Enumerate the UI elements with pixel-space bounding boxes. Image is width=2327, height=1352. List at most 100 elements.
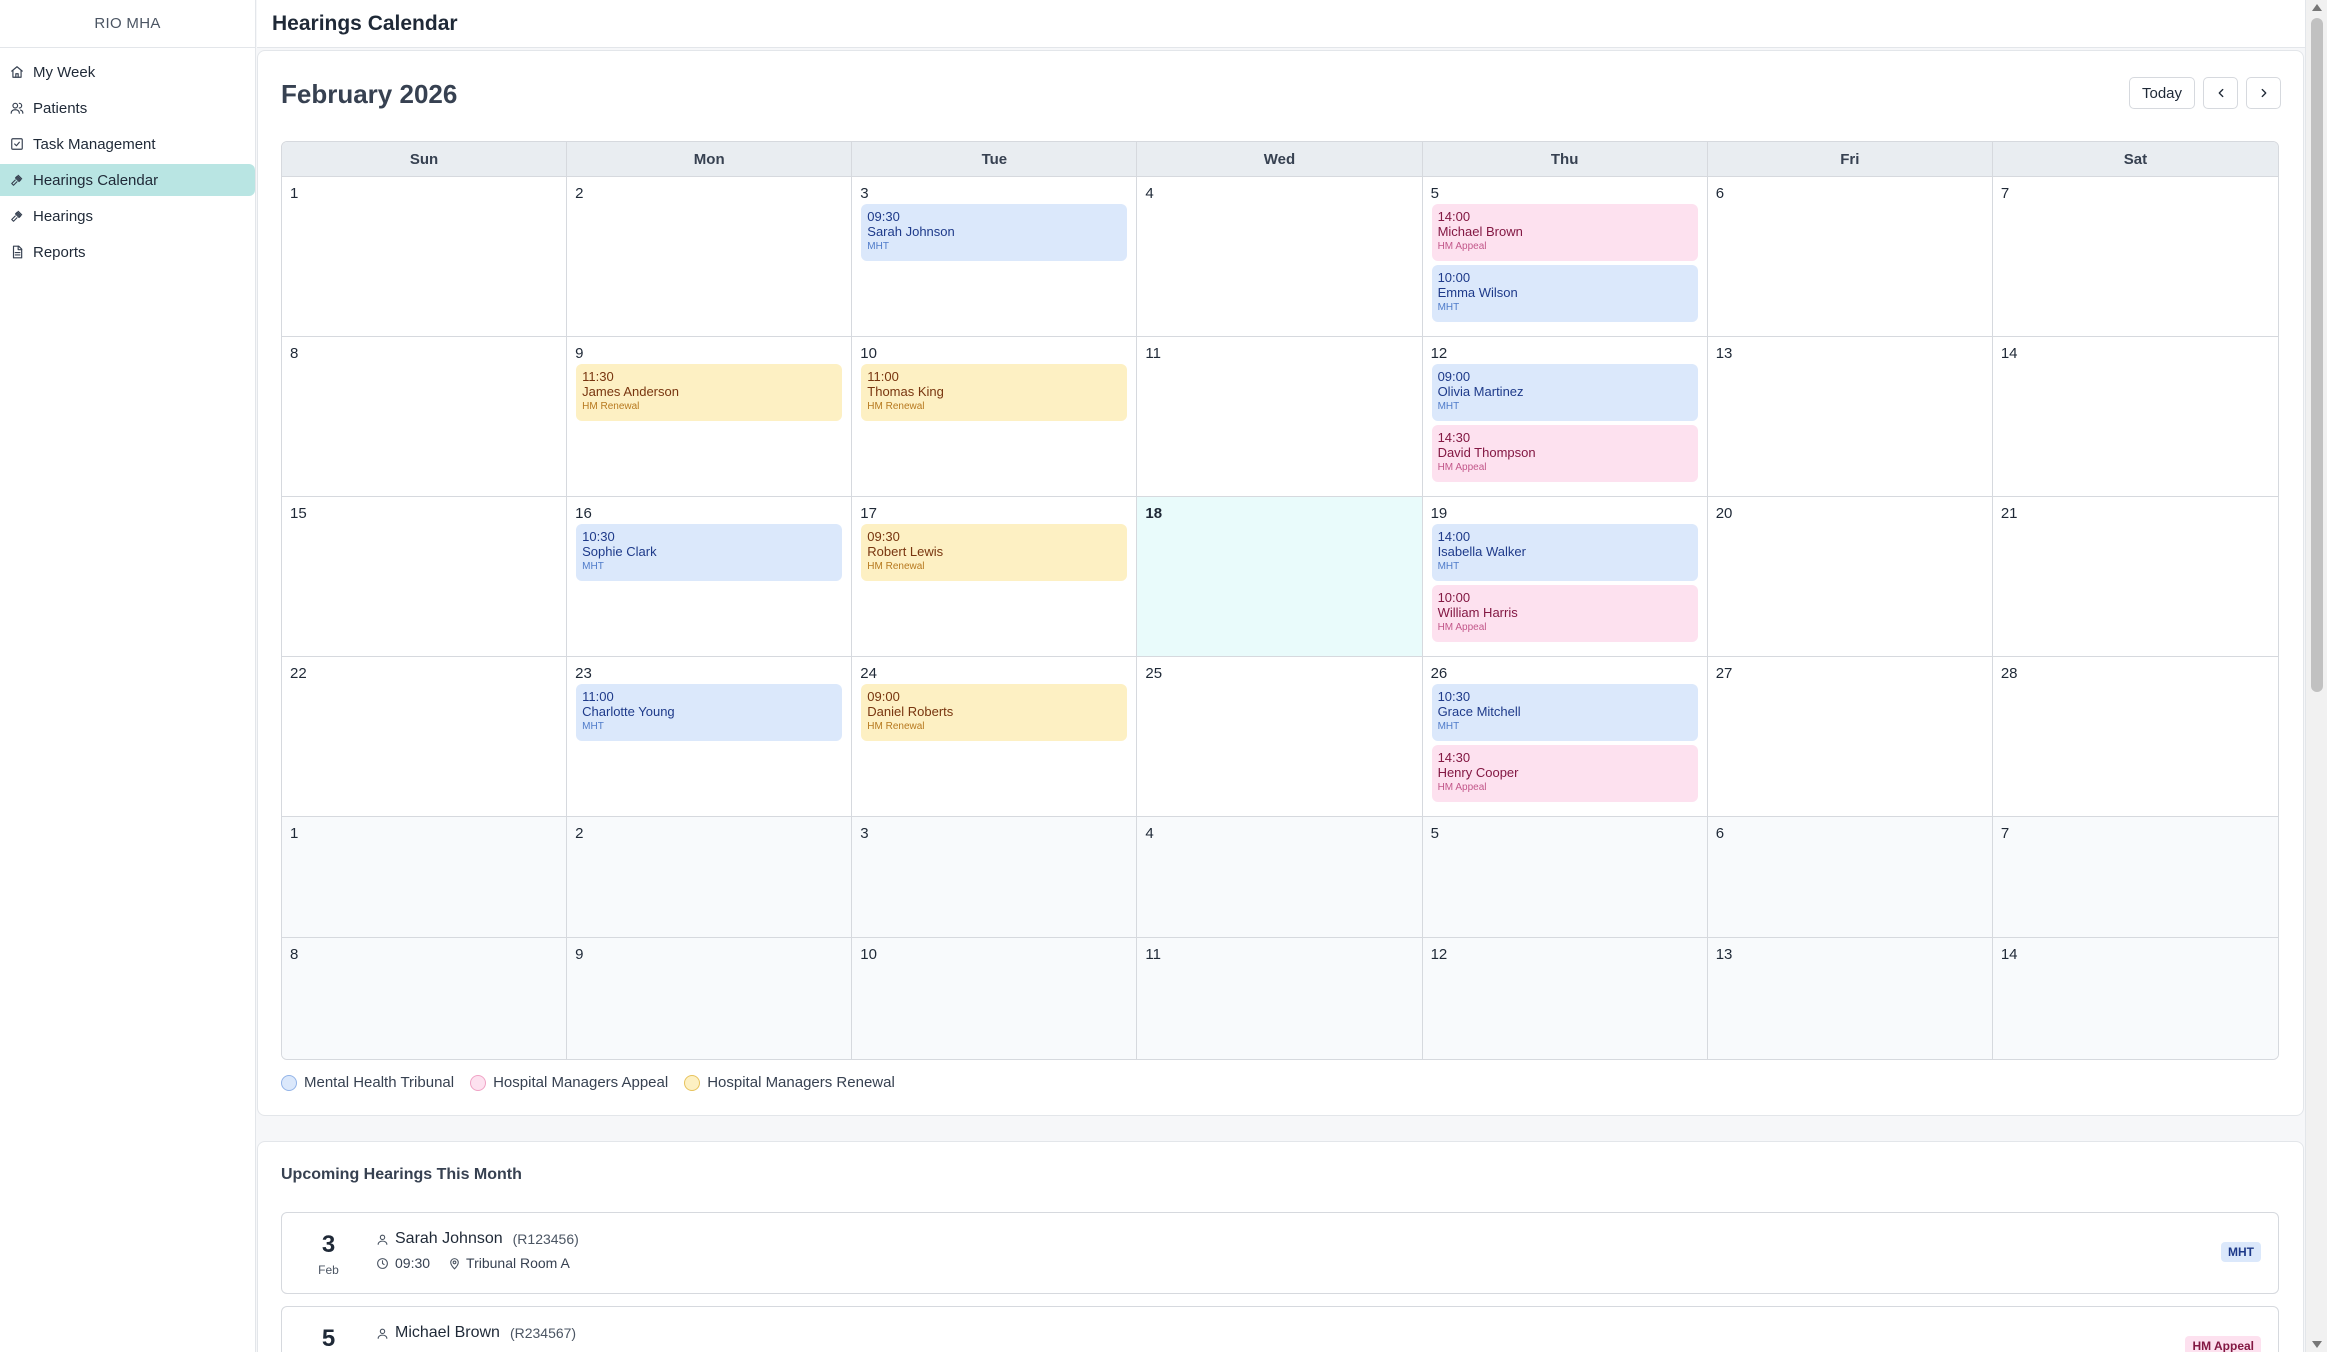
calendar-day[interactable]: 20 (1707, 497, 1993, 656)
event-time: 09:00 (1437, 369, 1471, 384)
calendar-day[interactable]: 12 (1422, 938, 1708, 1059)
event-patient-name: Robert Lewis (867, 544, 944, 559)
event-patient-name: David Thompson (1437, 445, 1536, 460)
calendar-day[interactable]: 3 09:30 Sarah Johnson MHT (852, 177, 1138, 336)
event-type: HM Renewal (867, 561, 925, 572)
calendar-day[interactable]: 12 09:00 Olivia Martinez MHT 14:30 David Thom… (1422, 337, 1708, 496)
calendar-day-today[interactable]: 18 (1137, 497, 1423, 656)
calendar-day[interactable]: 4 (1137, 177, 1423, 336)
sidebar-item-task-management[interactable]: Task Management (0, 128, 255, 160)
calendar-day[interactable]: 4 (1137, 817, 1423, 937)
calendar-day[interactable]: 5 14:00 Michael Brown HM Appeal 10:00 Emma Wi… (1422, 177, 1708, 336)
calendar-day[interactable]: 11 (1137, 337, 1423, 496)
hearing-event[interactable]: 14:30 Henry Cooper HM Appeal (1431, 745, 1698, 802)
calendar-day[interactable]: 7 (1992, 817, 2278, 937)
sidebar-item-reports[interactable]: Reports (0, 236, 255, 268)
day-number: 9 (575, 345, 584, 362)
hearing-event[interactable]: 11:00 Charlotte Young MHT (576, 684, 843, 741)
calendar-day[interactable]: 27 (1707, 657, 1993, 816)
day-number: 22 (290, 665, 307, 682)
calendar-day[interactable]: 1 (282, 177, 568, 336)
hearing-event[interactable]: 14:00 Michael Brown HM Appeal (1431, 204, 1698, 261)
sidebar-item-patients[interactable]: Patients (0, 92, 255, 124)
day-number: 13 (1715, 345, 1733, 362)
calendar-day[interactable]: 13 (1707, 938, 1993, 1059)
today-button[interactable]: Today (2129, 77, 2195, 109)
hearing-event[interactable]: 09:30 Robert Lewis HM Renewal (861, 524, 1128, 581)
day-number: 17 (860, 505, 877, 522)
calendar-day[interactable]: 25 (1137, 657, 1423, 816)
hearing-event[interactable]: 10:00 William Harris HM Appeal (1431, 585, 1698, 642)
day-number: 13 (1715, 946, 1733, 963)
page-scrollbar[interactable] (2305, 0, 2327, 1352)
calendar-day[interactable]: 5 (1422, 817, 1708, 937)
event-patient-name: Daniel Roberts (867, 704, 954, 719)
calendar-day[interactable]: 23 11:00 Charlotte Young MHT (567, 657, 853, 816)
calendar-day[interactable]: 13 (1707, 337, 1993, 496)
sidebar-item-hearings[interactable]: Hearings (0, 200, 255, 232)
day-events: 10:30 Sophie Clark MHT (576, 524, 843, 581)
scroll-down-arrow-icon[interactable] (2312, 1341, 2322, 1348)
calendar-day[interactable]: 6 (1707, 817, 1993, 937)
calendar-day[interactable]: 19 14:00 Isabella Walker MHT 10:00 William Ha… (1422, 497, 1708, 656)
hearing-event[interactable]: 11:30 James Anderson HM Renewal (576, 364, 843, 421)
calendar-day[interactable]: 2 (567, 817, 853, 937)
calendar-day[interactable]: 14 (1992, 337, 2278, 496)
hearing-event[interactable]: 10:00 Emma Wilson MHT (1431, 265, 1698, 322)
user-icon (377, 1234, 388, 1245)
calendar-day[interactable]: 2 (567, 177, 853, 336)
day-number: 16 (575, 505, 592, 522)
sidebar-item-hearings-calendar[interactable]: Hearings Calendar (0, 164, 255, 196)
event-type: HM Renewal (582, 401, 640, 412)
hearing-event[interactable]: 09:00 Olivia Martinez MHT (1431, 364, 1698, 421)
calendar-day[interactable]: 26 10:30 Grace Mitchell MHT 14:30 Henry Coope… (1422, 657, 1708, 816)
upcoming-hearing-item[interactable]: 3 Feb Sarah Johnson (R123456) 09:30 Tribunal … (281, 1212, 2279, 1294)
event-patient-name: Henry Cooper (1437, 765, 1519, 780)
calendar-day[interactable]: 17 09:30 Robert Lewis HM Renewal (852, 497, 1138, 656)
hearing-patient-id: (R123456) (512, 1231, 579, 1247)
legend-swatch (470, 1074, 487, 1091)
hearing-info: Michael Brown(R234567)14:00 (376, 1324, 576, 1352)
hearing-type-badge: HM Appeal (2185, 1336, 2261, 1352)
calendar-day[interactable]: 15 (282, 497, 568, 656)
hearing-event[interactable]: 10:30 Grace Mitchell MHT (1431, 684, 1698, 741)
day-number: 27 (1715, 665, 1733, 682)
calendar-day[interactable]: 11 (1137, 938, 1423, 1059)
sidebar: RIO MHA My Week Patients Task Management He… (0, 0, 256, 1352)
scrollbar-thumb[interactable] (2311, 18, 2323, 692)
hearing-event[interactable]: 14:30 David Thompson HM Appeal (1431, 425, 1698, 482)
calendar-day[interactable]: 10 11:00 Thomas King HM Renewal (852, 337, 1138, 496)
calendar-day[interactable]: 3 (852, 817, 1138, 937)
day-number: 6 (1715, 185, 1725, 202)
calendar-day[interactable]: 7 (1992, 177, 2278, 336)
calendar-day[interactable]: 16 10:30 Sophie Clark MHT (567, 497, 853, 656)
calendar-day[interactable]: 22 (282, 657, 568, 816)
calendar-day[interactable]: 9 (567, 938, 853, 1059)
previous-month-button[interactable] (2203, 77, 2238, 109)
scroll-up-arrow-icon[interactable] (2312, 4, 2322, 11)
event-type: HM Appeal (1437, 782, 1487, 793)
day-number: 21 (2000, 505, 2018, 522)
calendar-day[interactable]: 10 (852, 938, 1138, 1059)
calendar-day[interactable]: 14 (1992, 938, 2278, 1059)
hearing-event[interactable]: 09:30 Sarah Johnson MHT (861, 204, 1128, 261)
calendar-day[interactable]: 6 (1707, 177, 1993, 336)
upcoming-hearing-item[interactable]: 5FebMichael Brown(R234567)14:00HM Appeal (281, 1306, 2279, 1352)
calendar-day[interactable]: 9 11:30 James Anderson HM Renewal (567, 337, 853, 496)
hearing-event[interactable]: 14:00 Isabella Walker MHT (1431, 524, 1698, 581)
calendar-day[interactable]: 8 (282, 337, 568, 496)
weekday-header: Mon (567, 142, 853, 176)
weekday-header: Sun (282, 142, 568, 176)
hearing-event[interactable]: 09:00 Daniel Roberts HM Renewal (861, 684, 1128, 741)
hearing-event[interactable]: 11:00 Thomas King HM Renewal (861, 364, 1128, 421)
sidebar-nav: My Week Patients Task Management Hearings C… (0, 48, 255, 268)
calendar-day[interactable]: 21 (1992, 497, 2278, 656)
calendar-day[interactable]: 24 09:00 Daniel Roberts HM Renewal (852, 657, 1138, 816)
hearing-event[interactable]: 10:30 Sophie Clark MHT (576, 524, 843, 581)
calendar-day[interactable]: 8 (282, 938, 568, 1059)
next-month-button[interactable] (2246, 77, 2281, 109)
sidebar-item-my-week[interactable]: My Week (0, 56, 255, 88)
calendar-day[interactable]: 28 (1992, 657, 2278, 816)
calendar-day[interactable]: 1 (282, 817, 568, 937)
hearing-meta: 09:30 Tribunal Room A (376, 1255, 579, 1271)
